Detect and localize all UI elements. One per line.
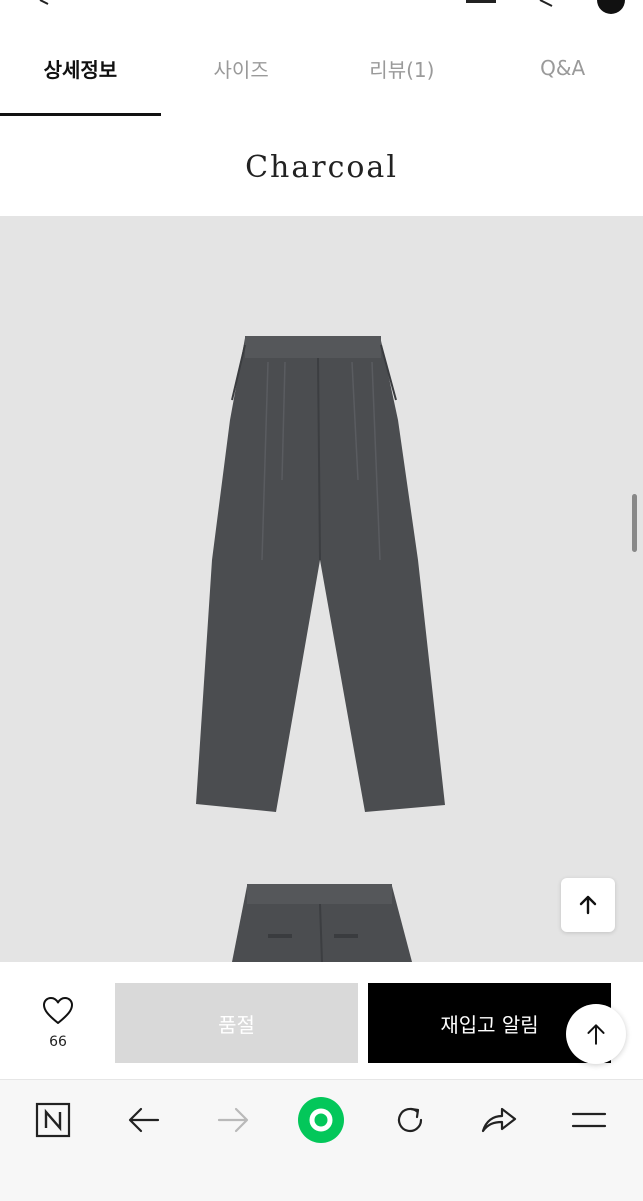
like-count: 66 [49,1034,67,1050]
tab-details[interactable]: 상세정보 [0,20,161,116]
back-to-top-button[interactable] [561,878,615,932]
forward-button[interactable] [209,1100,257,1140]
back-arrow-icon [128,1107,160,1133]
menu-icon [571,1112,607,1128]
product-photo [0,216,643,962]
naver-n-icon [35,1102,71,1138]
refresh-icon [397,1107,423,1133]
top-status-strip [0,0,643,20]
tab-reviews[interactable]: 리뷰(1) [322,20,483,116]
naver-home-button[interactable] [29,1100,77,1140]
menu-button[interactable] [565,1100,613,1140]
top-icons-partial [39,0,625,14]
scroll-top-button[interactable] [566,1004,626,1064]
tab-size[interactable]: 사이즈 [161,20,322,116]
detail-tabs: 상세정보 사이즈 리뷰(1) Q&A [0,20,643,116]
scrollbar-thumb[interactable] [632,494,637,552]
share-icon [481,1107,517,1133]
green-home-icon [298,1097,344,1143]
soldout-button[interactable]: 품절 [115,983,358,1063]
back-button[interactable] [120,1100,168,1140]
tab-qna[interactable]: Q&A [482,20,643,116]
color-name-heading: Charcoal [245,150,398,185]
arrow-up-icon [587,1024,605,1045]
forward-arrow-icon [217,1107,249,1133]
green-dot-button[interactable] [297,1097,345,1143]
heart-icon [43,997,73,1024]
refresh-button[interactable] [386,1100,434,1140]
pants-illustration [196,336,445,962]
like-button[interactable]: 66 [30,996,86,1050]
arrow-up-icon [579,895,597,915]
share-button[interactable] [475,1100,523,1140]
